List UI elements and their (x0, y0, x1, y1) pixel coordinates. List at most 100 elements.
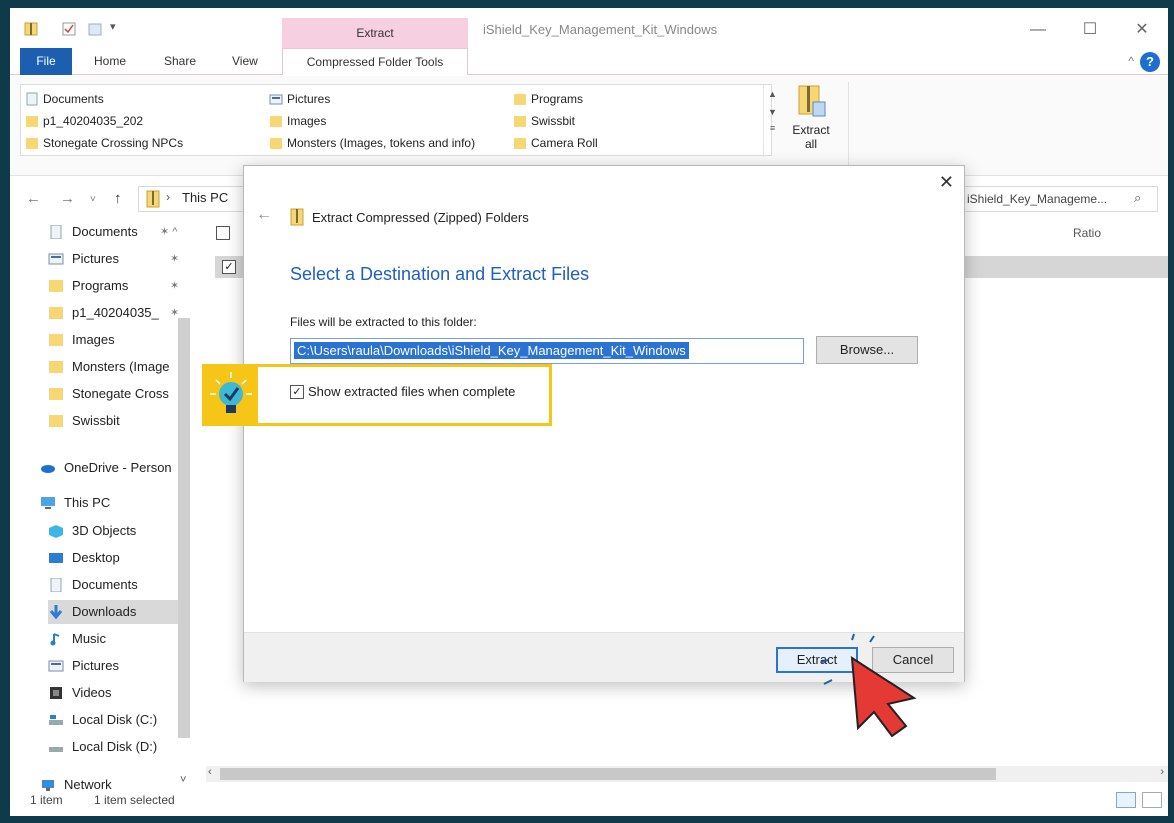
new-folder-icon[interactable] (88, 22, 102, 36)
back-arrow-icon[interactable]: ← (256, 206, 272, 224)
tab-home[interactable]: Home (84, 48, 136, 75)
folder-icon (514, 116, 526, 127)
horizontal-scrollbar[interactable]: ‹ › (206, 766, 1168, 782)
chevron-down-icon[interactable]: ˅ (180, 774, 186, 786)
breadcrumb-chevron-icon: › (166, 190, 170, 204)
tab-compressed-folder-tools[interactable]: Compressed Folder Tools (282, 48, 468, 75)
destination-path-text: C:\Users\raula\Downloads\iShield_Key_Man… (294, 342, 689, 359)
nav-item-pictures-pc[interactable]: Pictures (48, 654, 178, 678)
gallery-item-pictures[interactable]: Pictures (267, 89, 330, 109)
desktop-icon (49, 553, 63, 563)
3d-objects-icon (49, 525, 63, 538)
column-header-ratio[interactable]: Ratio (1073, 226, 1101, 240)
collapse-ribbon-icon[interactable]: ^ (1128, 54, 1134, 68)
row-checkbox[interactable]: ✓ (222, 260, 236, 274)
select-all-checkbox[interactable] (216, 226, 230, 240)
zip-folder-icon (146, 190, 160, 208)
folder-icon (514, 94, 526, 105)
status-item-count: 1 item (30, 793, 63, 807)
gallery-scrollbar[interactable]: ▲ ▼ ≡ (763, 85, 781, 157)
gallery-item-p1-folder[interactable]: p1_40204035_202 (23, 111, 143, 131)
gallery-expand-icon[interactable]: ≡ (764, 123, 781, 133)
gallery-item-monsters[interactable]: Monsters (Images, tokens and info) (267, 133, 475, 153)
gallery-item-images[interactable]: Images (267, 111, 326, 131)
nav-item-documents-pc[interactable]: Documents (48, 573, 178, 597)
pictures-icon (269, 94, 283, 105)
gallery-item-camera-roll[interactable]: Camera Roll (511, 133, 598, 153)
close-icon[interactable]: ✕ (939, 172, 954, 193)
close-icon[interactable]: ✕ (1130, 18, 1154, 42)
up-arrow-icon[interactable]: ↑ (114, 190, 122, 207)
nav-item-swissbit[interactable]: Swissbit (48, 409, 178, 433)
destination-path-input[interactable]: C:\Users\raula\Downloads\iShield_Key_Man… (290, 338, 804, 364)
extract-all-button[interactable]: Extract all (786, 84, 836, 160)
video-icon (50, 687, 62, 699)
nav-item-images[interactable]: Images (48, 328, 178, 352)
status-bar: 1 item 1 item selected (10, 788, 1168, 812)
pin-icon: ✶ (170, 253, 180, 265)
maximize-icon[interactable]: ☐ (1078, 18, 1102, 42)
extract-all-icon (798, 85, 826, 117)
gallery-item-stonegate[interactable]: Stonegate Crossing NPCs (23, 133, 183, 153)
properties-icon[interactable] (62, 22, 76, 36)
qat-dropdown-icon[interactable]: ▾ (110, 20, 116, 33)
folder-icon (270, 138, 282, 149)
folder-icon (49, 415, 63, 427)
chevron-down-icon[interactable]: ▼ (764, 107, 781, 117)
folder-icon (49, 388, 63, 400)
nav-item-this-pc[interactable]: This PC (40, 491, 178, 515)
documents-icon (50, 225, 62, 239)
nav-item-3d-objects[interactable]: 3D Objects (48, 519, 178, 543)
chevron-up-icon[interactable]: ▲ (764, 89, 781, 99)
drive-icon (49, 715, 63, 725)
nav-item-videos[interactable]: Videos (48, 681, 178, 705)
show-files-checkbox[interactable]: ✓ (290, 385, 304, 399)
search-icon[interactable]: ⌕ (1134, 190, 1141, 206)
download-arrow-icon (49, 605, 63, 619)
folder-icon (26, 116, 38, 127)
breadcrumb-this-pc[interactable]: This PC (182, 190, 228, 205)
minimize-icon[interactable]: — (1026, 18, 1050, 42)
forward-arrow-icon[interactable]: → (60, 190, 75, 207)
chevron-right-icon[interactable]: › (1160, 766, 1164, 778)
help-icon[interactable]: ? (1140, 52, 1160, 72)
search-input[interactable]: iShield_Key_Manageme... (958, 186, 1158, 212)
tab-share[interactable]: Share (154, 48, 206, 75)
folder-icon (49, 307, 63, 319)
status-selected: 1 item selected (94, 793, 175, 807)
details-view-icon[interactable] (1116, 792, 1136, 808)
browse-button[interactable]: Browse... (816, 336, 918, 364)
gallery-item-swissbit[interactable]: Swissbit (511, 111, 575, 131)
nav-item-programs[interactable]: Programs ✶ (48, 274, 198, 298)
recent-dropdown-icon[interactable]: ˅ (90, 194, 96, 205)
tab-file[interactable]: File (20, 48, 72, 75)
nav-item-monsters[interactable]: Monsters (Image (48, 355, 178, 379)
nav-item-downloads[interactable]: Downloads (48, 600, 178, 624)
nav-item-stonegate[interactable]: Stonegate Cross (48, 382, 178, 406)
gallery-item-documents[interactable]: Documents (23, 89, 104, 109)
tab-view[interactable]: View (222, 48, 268, 75)
extract-all-label: Extract all (792, 123, 830, 151)
cloud-icon (41, 465, 55, 473)
large-icons-view-icon[interactable] (1142, 792, 1162, 808)
nav-item-desktop[interactable]: Desktop (48, 546, 178, 570)
back-arrow-icon[interactable]: ← (26, 190, 41, 207)
nav-item-local-disk-d[interactable]: Local Disk (D:) (48, 735, 178, 759)
nav-item-local-disk-c[interactable]: Local Disk (C:) (48, 708, 178, 732)
nav-item-documents[interactable]: Documents ✶ ^ (48, 220, 198, 244)
nav-item-p1-folder[interactable]: p1_40204035_ ✶ (48, 301, 198, 325)
computer-icon (41, 497, 55, 509)
nav-item-music[interactable]: Music (48, 627, 178, 651)
nav-scrollbar[interactable] (178, 318, 190, 738)
ribbon-tabs: File Home Share View Compressed Folder T… (10, 48, 1168, 75)
zip-folder-icon (24, 22, 38, 36)
folder-icon (26, 138, 38, 149)
chevron-left-icon[interactable]: ‹ (208, 766, 212, 778)
nav-item-onedrive[interactable]: OneDrive - Person (40, 456, 178, 480)
pictures-icon (48, 660, 64, 672)
nav-item-pictures[interactable]: Pictures ✶ (48, 247, 198, 271)
scroll-thumb[interactable] (220, 768, 996, 780)
gallery-item-programs[interactable]: Programs (511, 89, 583, 109)
ribbon-separator (848, 82, 849, 170)
navigation-pane: Documents ✶ ^ Pictures ✶ Programs ✶ p1_4020… (10, 218, 198, 792)
